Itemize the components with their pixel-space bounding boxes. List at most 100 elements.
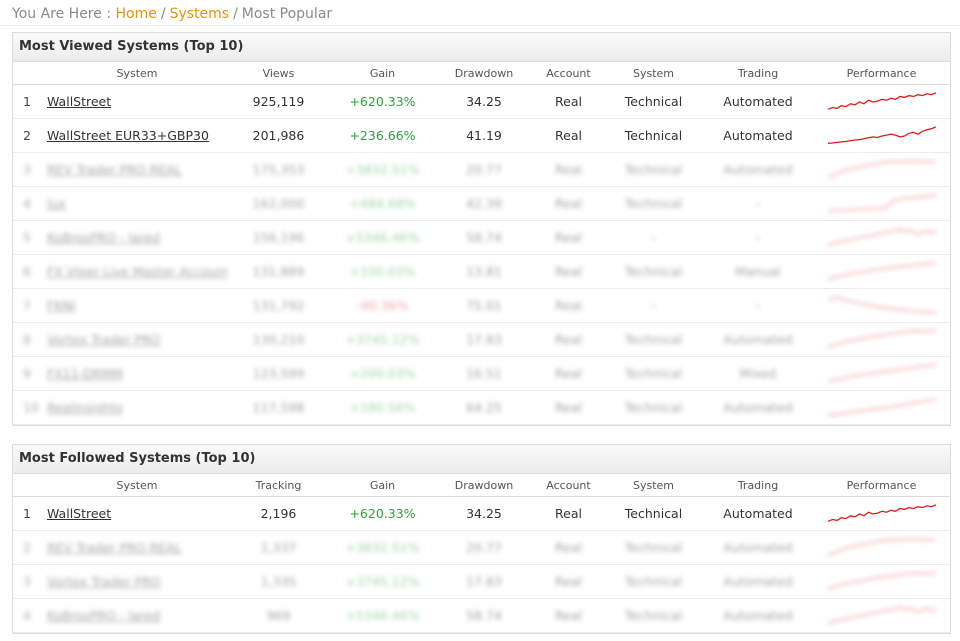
system-type-cell: Technical xyxy=(604,390,703,425)
performance-sparkline xyxy=(827,160,936,178)
account-cell: Real xyxy=(533,390,604,425)
breadcrumb-systems-link[interactable]: Systems xyxy=(170,6,230,22)
table-row: 4 KoBrosPRO - Jared 969 +5346.46% 58.74 Real T… xyxy=(13,598,950,633)
drawdown-cell: 20.77 xyxy=(435,530,533,565)
system-link[interactable]: Vortex Trader PRO xyxy=(47,332,161,347)
sparkline-path xyxy=(827,363,936,382)
sparkline-path xyxy=(827,261,936,280)
table-row: 1 WallStreet 2,196 +620.33% 34.25 Real Technic… xyxy=(13,496,950,531)
performance-cell xyxy=(813,186,950,221)
performance-sparkline xyxy=(827,91,936,110)
system-link[interactable]: WallStreet EUR33+GBP30 xyxy=(47,128,209,143)
gain-cell: +484.68% xyxy=(330,186,435,221)
system-link[interactable]: Vortex Trader PRO xyxy=(47,574,161,589)
gain-cell: +3832.51% xyxy=(330,530,435,565)
system-link[interactable]: lux xyxy=(47,196,66,211)
metric-cell: 117,598 xyxy=(227,390,330,425)
table-row: 3 REV Trader PRO REAL 175,353 +3832.51% 20.7… xyxy=(13,152,950,187)
trading-cell: Automated xyxy=(703,84,813,119)
account-cell: Real xyxy=(533,530,604,565)
table-row: 4 lux 162,000 +484.68% 42.39 Real Technical - xyxy=(13,186,950,221)
system-link[interactable]: KoBrosPRO - Jared xyxy=(47,230,160,245)
drawdown-cell: 41.19 xyxy=(435,118,533,153)
most-followed-rows: 1 WallStreet 2,196 +620.33% 34.25 Real Technic… xyxy=(13,496,950,633)
trading-cell: - xyxy=(703,220,813,255)
most-followed-panel: Most Followed Systems (Top 10) System Tr… xyxy=(12,444,951,634)
trading-cell: Automated xyxy=(703,564,813,599)
sparkline-path xyxy=(827,571,936,590)
gain-cell: +100.03% xyxy=(330,254,435,289)
performance-sparkline xyxy=(827,363,936,382)
header-trading: Trading xyxy=(703,62,813,85)
header-gain: Gain xyxy=(330,474,435,497)
table-row: 2 REV Trader PRO REAL 1,337 +3832.51% 20.77 R… xyxy=(13,530,950,565)
rank-cell: 9 xyxy=(13,356,47,391)
system-name-cell: Realinsights xyxy=(47,390,227,425)
breadcrumb-separator: / xyxy=(160,6,166,22)
system-link[interactable]: WallStreet xyxy=(47,94,111,109)
gain-cell: +200.03% xyxy=(330,356,435,391)
performance-sparkline xyxy=(827,503,936,522)
system-link[interactable]: REV Trader PRO REAL xyxy=(47,540,182,555)
system-type-cell: Technical xyxy=(604,186,703,221)
system-link[interactable]: FX Viper Live Master Account xyxy=(47,264,227,279)
performance-sparkline xyxy=(827,538,936,556)
header-system: System xyxy=(47,62,227,85)
gain-cell: +620.33% xyxy=(330,496,435,531)
system-link[interactable]: KoBrosPRO - Jared xyxy=(47,608,160,623)
system-name-cell: lux xyxy=(47,186,227,221)
metric-cell: 131,792 xyxy=(227,288,330,323)
metric-cell: 201,986 xyxy=(227,118,330,153)
system-name-cell: REV Trader PRO REAL xyxy=(47,530,227,565)
table-row: 2 WallStreet EUR33+GBP30 201,986 +236.66% 41… xyxy=(13,118,950,153)
table-row: 10 Realinsights 117,598 +180.56% 64.25 Real Te… xyxy=(13,390,950,425)
sparkline-path xyxy=(827,91,936,110)
performance-cell xyxy=(813,220,950,255)
performance-cell xyxy=(813,356,950,391)
performance-sparkline xyxy=(827,125,936,144)
trading-cell: Automated xyxy=(703,322,813,357)
system-link[interactable]: Realinsights xyxy=(47,400,123,415)
drawdown-cell: 58.74 xyxy=(435,220,533,255)
metric-cell: 925,119 xyxy=(227,84,330,119)
metric-cell: 1,337 xyxy=(227,530,330,565)
sparkline-path xyxy=(827,397,936,416)
performance-cell xyxy=(813,84,950,119)
system-link[interactable]: FKNI xyxy=(47,298,75,313)
system-link[interactable]: FX11-DRMM xyxy=(47,366,123,381)
header-performance: Performance xyxy=(813,62,950,85)
drawdown-cell: 42.39 xyxy=(435,186,533,221)
table-row: 6 FX Viper Live Master Account 131,889 +100… xyxy=(13,254,950,289)
system-link[interactable]: REV Trader PRO REAL xyxy=(47,162,182,177)
header-system-type: System xyxy=(604,474,703,497)
system-name-cell: Vortex Trader PRO xyxy=(47,322,227,357)
system-type-cell: Technical xyxy=(604,530,703,565)
drawdown-cell: 17.83 xyxy=(435,564,533,599)
performance-cell xyxy=(813,564,950,599)
account-cell: Real xyxy=(533,288,604,323)
sparkline-path xyxy=(827,227,936,246)
trading-cell: Automated xyxy=(703,598,813,633)
most-viewed-rows: 1 WallStreet 925,119 +620.33% 34.25 Real Techn… xyxy=(13,84,950,425)
rank-cell: 8 xyxy=(13,322,47,357)
sparkline-path xyxy=(827,194,936,212)
performance-cell xyxy=(813,152,950,187)
system-name-cell: REV Trader PRO REAL xyxy=(47,152,227,187)
system-name-cell: KoBrosPRO - Jared xyxy=(47,220,227,255)
system-link[interactable]: WallStreet xyxy=(47,506,111,521)
trading-cell: Automated xyxy=(703,390,813,425)
drawdown-cell: 75.01 xyxy=(435,288,533,323)
system-type-cell: Technical xyxy=(604,322,703,357)
trading-cell: Automated xyxy=(703,496,813,531)
breadcrumb-home-link[interactable]: Home xyxy=(116,6,157,22)
most-followed-title: Most Followed Systems (Top 10) xyxy=(13,445,950,474)
metric-cell: 130,210 xyxy=(227,322,330,357)
metric-cell: 131,889 xyxy=(227,254,330,289)
header-drawdown: Drawdown xyxy=(435,62,533,85)
gain-cell: +236.66% xyxy=(330,118,435,153)
system-type-cell: Technical xyxy=(604,118,703,153)
performance-cell xyxy=(813,322,950,357)
system-type-cell: Technical xyxy=(604,496,703,531)
header-system: System xyxy=(47,474,227,497)
table-row: 1 WallStreet 925,119 +620.33% 34.25 Real Techn… xyxy=(13,84,950,119)
